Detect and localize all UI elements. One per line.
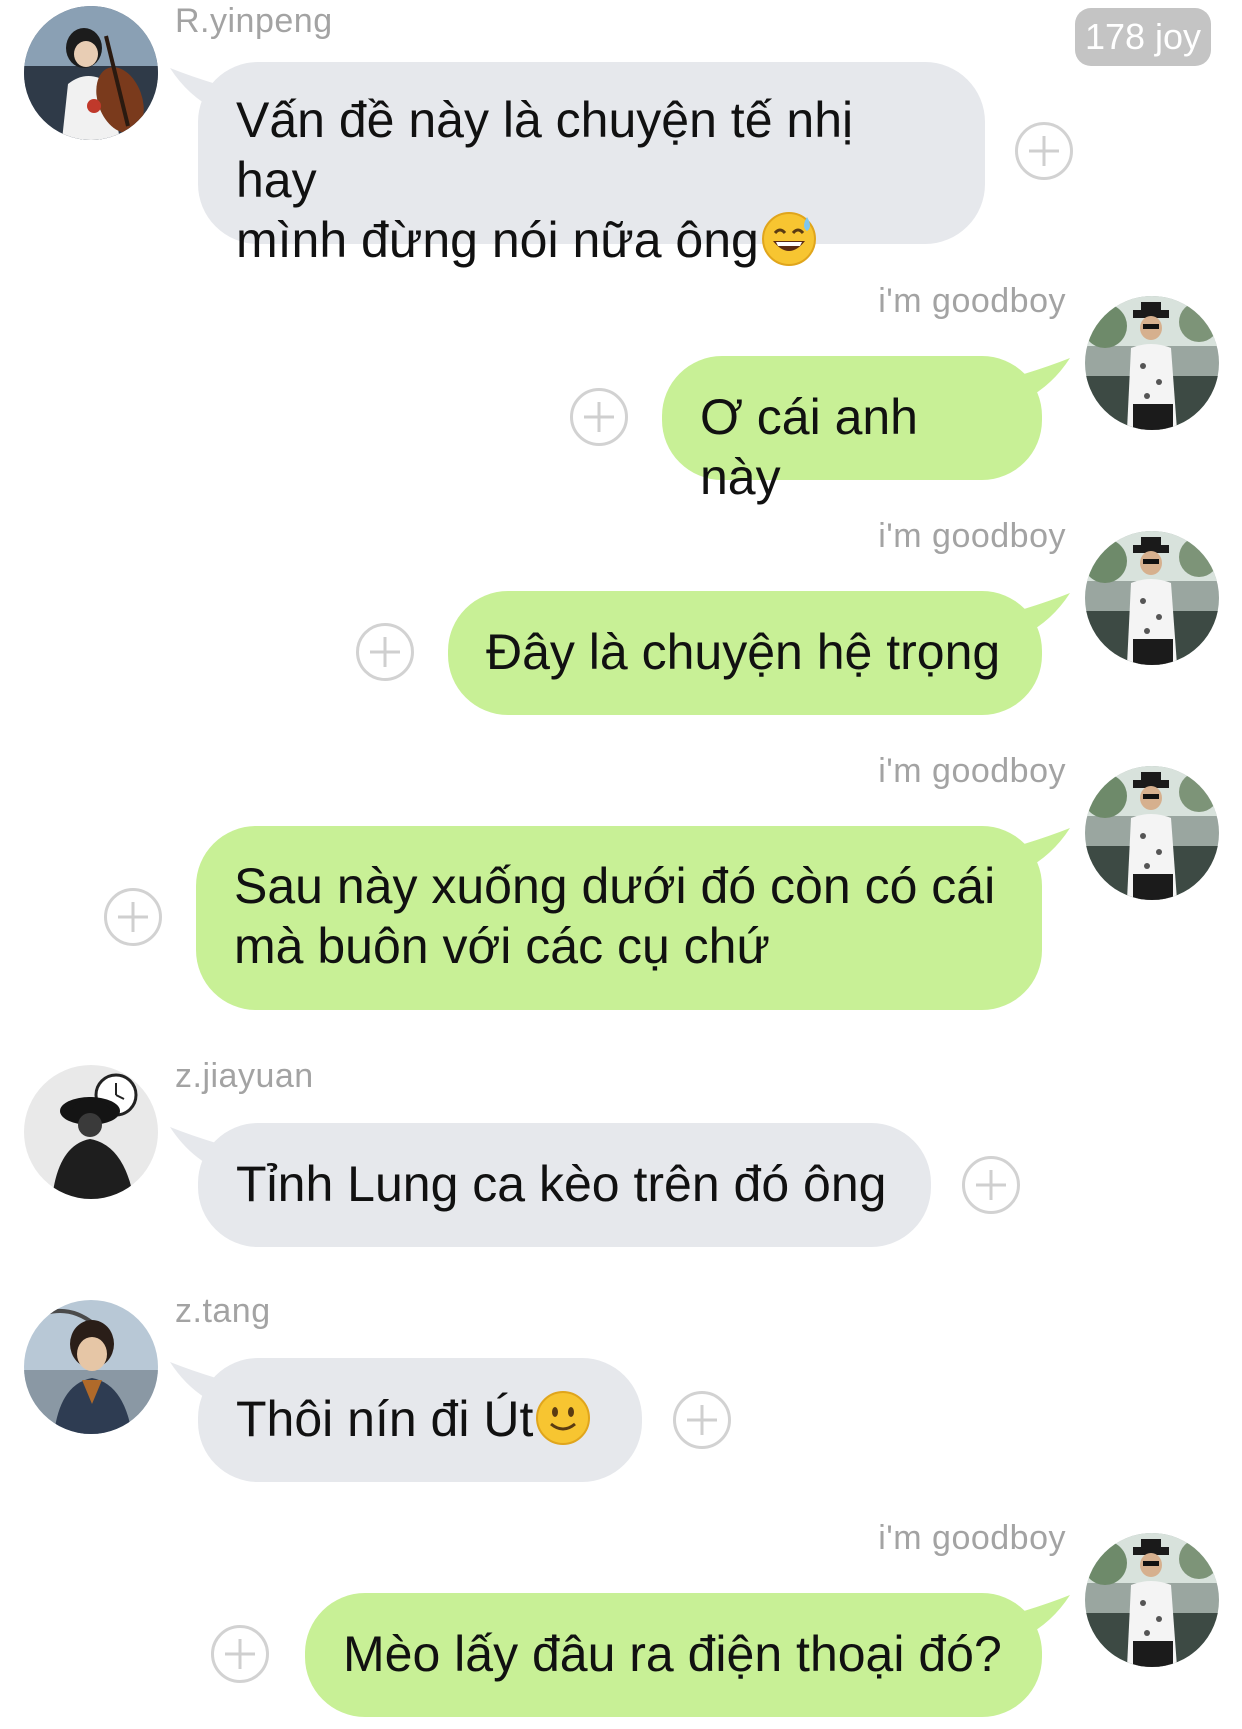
message-row: R.yinpeng Vấn đề này là chuyện tế nhị ha…: [0, 2, 1242, 268]
chat-thread[interactable]: R.yinpeng Vấn đề này là chuyện tế nhị ha…: [0, 0, 1242, 1729]
joy-count-badge: 178 joy: [1075, 8, 1211, 66]
message-row: i'm goodboy Đây là chuyện hệ trọng: [0, 517, 1242, 715]
avatar-goodboy[interactable]: [1085, 296, 1219, 430]
message-bubble[interactable]: Sau này xuống dưới đó còn có cái mà buôn…: [196, 826, 1042, 1010]
message-row: i'm goodboy Mèo lấy đâu ra điện thoại đó…: [0, 1519, 1242, 1723]
sender-name: i'm goodboy: [878, 517, 1066, 555]
add-reaction-button[interactable]: [1015, 122, 1073, 180]
add-reaction-button[interactable]: [356, 623, 414, 681]
message-text-line: Mèo lấy đâu ra điện thoại đó?: [343, 1626, 1002, 1682]
sender-name: i'm goodboy: [878, 282, 1066, 320]
message-text-line: Ơ cái anh này: [700, 389, 918, 505]
avatar-goodboy[interactable]: [1085, 531, 1219, 665]
message-bubble[interactable]: Thôi nín đi Út: [198, 1358, 642, 1482]
add-reaction-button[interactable]: [211, 1625, 269, 1683]
message-bubble[interactable]: Tỉnh Lung ca kèo trên đó ông: [198, 1123, 931, 1247]
add-reaction-button[interactable]: [104, 888, 162, 946]
message-text-line: mình đừng nói nữa ông: [236, 210, 947, 270]
avatar-goodboy[interactable]: [1085, 1533, 1219, 1667]
message-row: i'm goodboy Sau này xuống dưới đó còn có…: [0, 752, 1242, 1016]
message-text-line: Vấn đề này là chuyện tế nhị hay: [236, 92, 854, 208]
message-row: z.tang Thôi nín đi Út: [0, 1292, 1242, 1500]
slight-smile-emoji-icon: [535, 1390, 591, 1446]
message-bubble[interactable]: Đây là chuyện hệ trọng: [448, 591, 1042, 715]
message-bubble[interactable]: Mèo lấy đâu ra điện thoại đó?: [305, 1593, 1042, 1717]
sender-name: i'm goodboy: [878, 752, 1066, 790]
message-text-line: Đây là chuyện hệ trọng: [486, 624, 1001, 680]
message-text-line: mà buôn với các cụ chứ: [234, 918, 770, 974]
avatar-z-jiayuan[interactable]: [24, 1065, 158, 1199]
message-row: z.jiayuan Tỉnh Lung ca kèo trên đó ông: [0, 1057, 1242, 1265]
message-text-line: Sau này xuống dưới đó còn có cái: [234, 858, 996, 914]
add-reaction-button[interactable]: [673, 1391, 731, 1449]
message-bubble[interactable]: Vấn đề này là chuyện tế nhị hay mình đừn…: [198, 62, 985, 268]
avatar-r-yinpeng[interactable]: [24, 6, 158, 140]
sender-name: R.yinpeng: [175, 2, 333, 40]
message-text-line: Tỉnh Lung ca kèo trên đó ông: [236, 1156, 887, 1212]
sender-name: z.jiayuan: [175, 1057, 314, 1095]
avatar-goodboy[interactable]: [1085, 766, 1219, 900]
add-reaction-button[interactable]: [570, 388, 628, 446]
add-reaction-button[interactable]: [962, 1156, 1020, 1214]
sender-name: i'm goodboy: [878, 1519, 1066, 1557]
message-text-line: Thôi nín đi Út: [236, 1389, 604, 1449]
sweat-smile-emoji-icon: [761, 211, 817, 267]
message-bubble[interactable]: Ơ cái anh này: [662, 356, 1042, 505]
avatar-z-tang[interactable]: [24, 1300, 158, 1434]
message-row: i'm goodboy Ơ cái anh này: [0, 282, 1242, 505]
sender-name: z.tang: [175, 1292, 271, 1330]
